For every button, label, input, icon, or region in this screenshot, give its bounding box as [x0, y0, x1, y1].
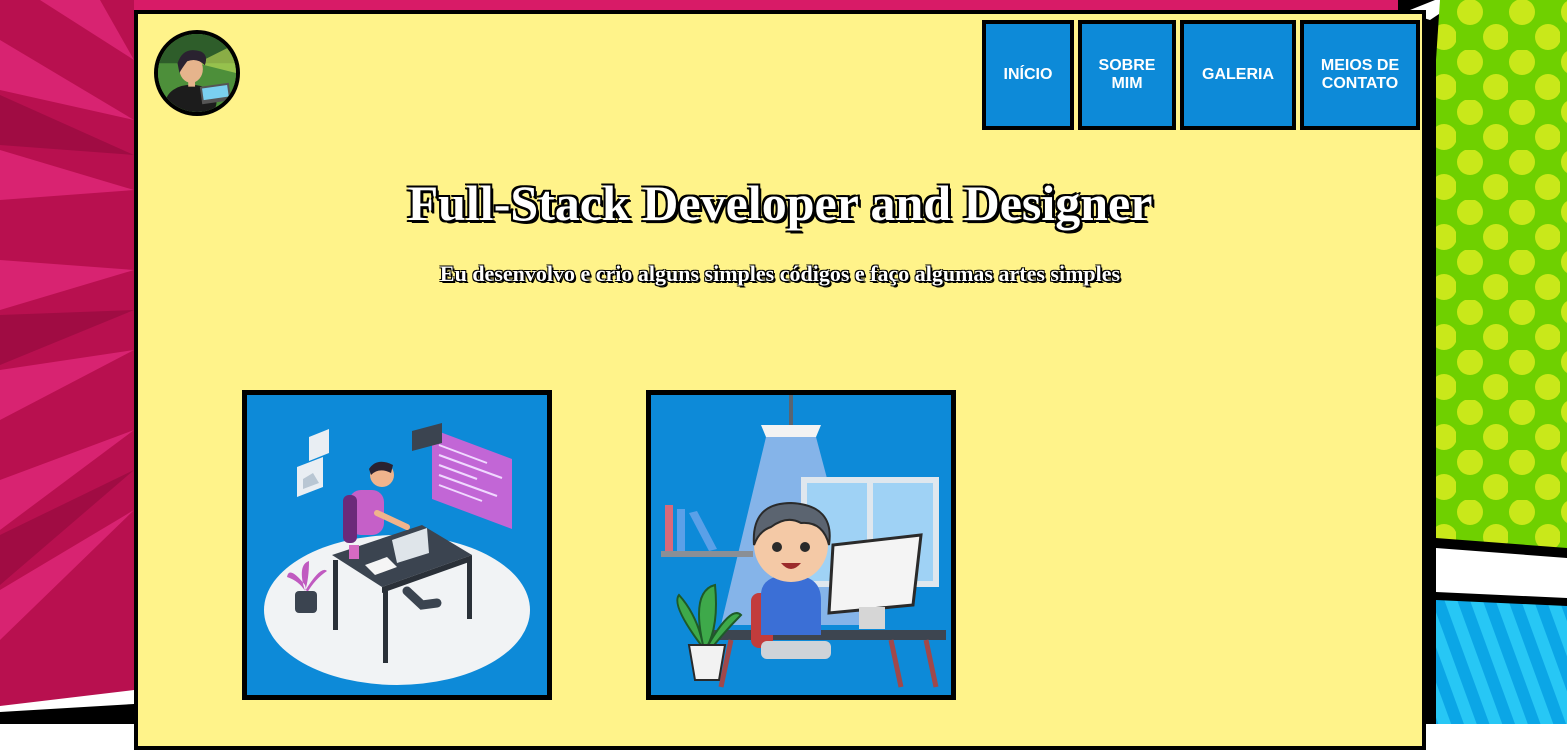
profile-avatar[interactable]: [154, 30, 240, 116]
main-nav: INÍCIO SOBRE MIM GALERIA MEIOS DE CONTAT…: [982, 20, 1420, 130]
gallery-card-2[interactable]: [646, 390, 956, 700]
cartoon-programmer-at-computer-illustration-icon: [651, 395, 951, 695]
nav-meios-de-contato-button[interactable]: MEIOS DE CONTATO: [1300, 20, 1420, 130]
nav-sobre-mim-button[interactable]: SOBRE MIM: [1078, 20, 1176, 130]
nav-inicio-button[interactable]: INÍCIO: [982, 20, 1074, 130]
hero-title: Full-Stack Developer and Designer: [407, 175, 1153, 231]
developer-at-desk-illustration-icon: [247, 395, 547, 695]
avatar-portrait-icon: [158, 34, 236, 112]
gallery-card-1[interactable]: [242, 390, 552, 700]
hero-subtitle: Eu desenvolvo e crio alguns simples códi…: [439, 261, 1121, 286]
main-panel: INÍCIO SOBRE MIM GALERIA MEIOS DE CONTAT…: [134, 10, 1426, 750]
nav-galeria-button[interactable]: GALERIA: [1180, 20, 1296, 130]
